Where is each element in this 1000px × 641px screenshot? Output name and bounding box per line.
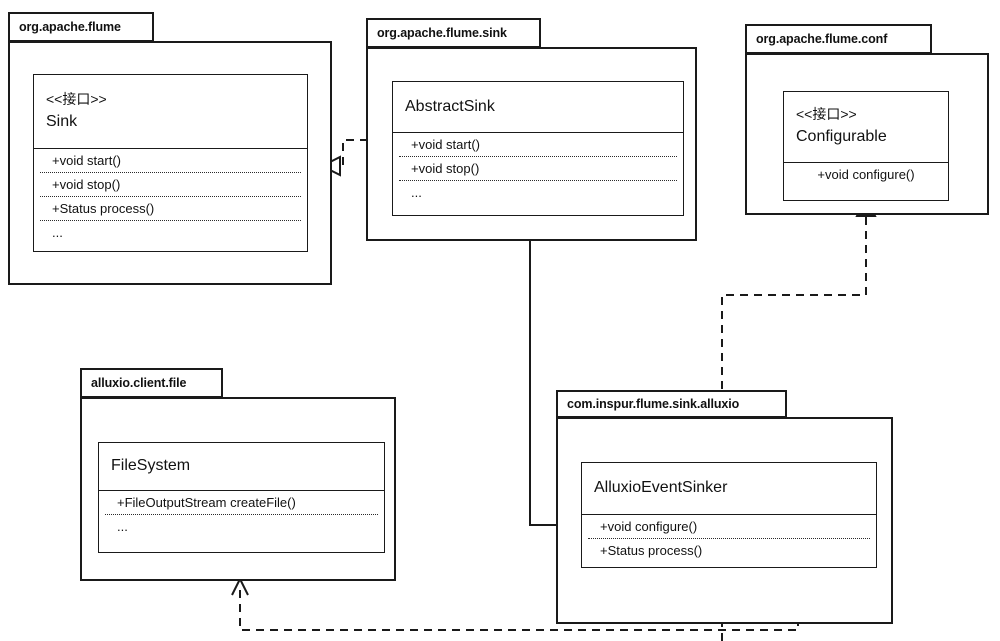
package-label: com.inspur.flume.sink.alluxio (567, 397, 740, 411)
class-operations: +void start() +void stop() ... (393, 133, 683, 215)
operation-row: +void stop() (399, 157, 677, 181)
class-operations: +void start() +void stop() +Status proce… (34, 149, 307, 251)
operation-row: +FileOutputStream createFile() (105, 491, 378, 515)
package-label-tab: com.inspur.flume.sink.alluxio (556, 390, 787, 418)
class-name: Sink (46, 112, 78, 130)
package-label-tab: alluxio.client.file (80, 368, 223, 398)
class-name: FileSystem (111, 457, 191, 475)
package-label-tab: org.apache.flume.sink (366, 18, 541, 48)
operation-row: +void configure() (588, 515, 870, 539)
class-header: AlluxioEventSinker (582, 463, 876, 515)
class-stereotype: <<接口>> (46, 90, 107, 107)
operation-row: +void stop() (40, 173, 301, 197)
class-name: Configurable (796, 128, 887, 146)
package-label-tab: org.apache.flume (8, 12, 154, 42)
operation-row: +Status process() (600, 543, 703, 558)
class-filesystem[interactable]: FileSystem +FileOutputStream createFile(… (98, 442, 385, 553)
class-header: <<接口>> Configurable (784, 92, 948, 163)
class-operations: +void configure() +Status process() (582, 515, 876, 567)
class-operations: +FileOutputStream createFile() ... (99, 491, 384, 552)
operation-row: +void start() (40, 149, 301, 173)
class-configurable[interactable]: <<接口>> Configurable +void configure() (783, 91, 949, 201)
class-header: FileSystem (99, 443, 384, 491)
operation-row: +void start() (399, 133, 677, 157)
class-header: AbstractSink (393, 82, 683, 133)
class-operations: +void configure() (784, 163, 948, 200)
uml-class-diagram: org.apache.flume <<接口>> Sink +void start… (0, 0, 1000, 641)
operation-row: ... (117, 519, 128, 534)
class-abstractsink[interactable]: AbstractSink +void start() +void stop() … (392, 81, 684, 216)
class-alluxioeventsinker[interactable]: AlluxioEventSinker +void configure() +St… (581, 462, 877, 568)
operation-row: +Status process() (40, 197, 301, 221)
package-label: org.apache.flume.sink (377, 26, 507, 40)
package-label: org.apache.flume (19, 20, 121, 34)
package-label: alluxio.client.file (91, 376, 187, 390)
operation-row: +void configure() (817, 167, 915, 182)
class-header: <<接口>> Sink (34, 75, 307, 149)
operation-row: ... (411, 185, 422, 200)
class-sink[interactable]: <<接口>> Sink +void start() +void stop() +… (33, 74, 308, 252)
class-stereotype: <<接口>> (796, 106, 857, 123)
class-name: AbstractSink (405, 97, 495, 115)
operation-row: ... (52, 225, 63, 240)
package-label: org.apache.flume.conf (756, 32, 888, 46)
class-name: AlluxioEventSinker (594, 479, 728, 497)
package-label-tab: org.apache.flume.conf (745, 24, 932, 54)
